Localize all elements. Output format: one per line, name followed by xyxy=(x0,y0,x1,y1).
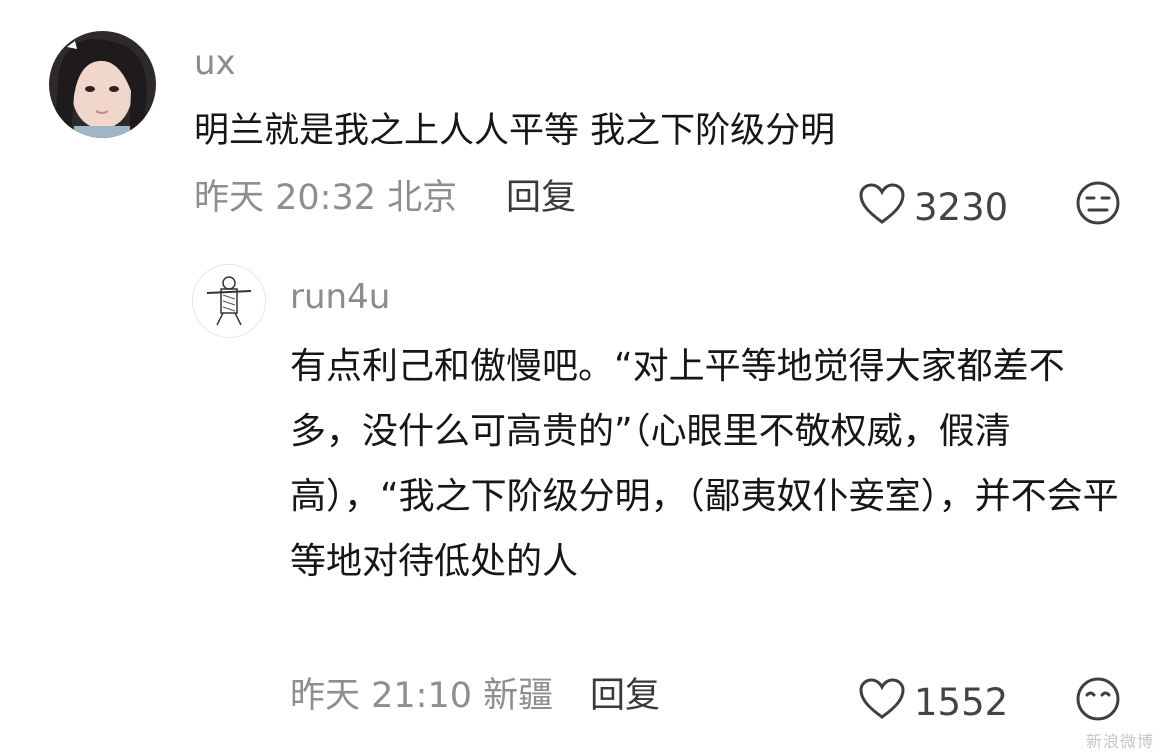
comment-like-button[interactable]: 3230 xyxy=(858,182,1008,232)
heart-icon xyxy=(858,677,906,727)
avatar-ux[interactable] xyxy=(49,31,156,138)
face-icon[interactable] xyxy=(1075,676,1121,722)
reply-username[interactable]: run4u xyxy=(290,280,390,314)
reply-like-count: 1552 xyxy=(914,680,1009,724)
reply-like-button[interactable]: 1552 xyxy=(858,677,1008,727)
comment-meta: 昨天 20:32 北京 xyxy=(194,178,458,218)
comment-like-count: 3230 xyxy=(914,185,1009,229)
reply-text: 有点利己和傲慢吧。“对上平等地觉得大家都差不多，没什么可高贵的”（心眼里不敬权威… xyxy=(290,346,1119,582)
comment-reply-button[interactable]: 回复 xyxy=(506,181,576,216)
heart-icon xyxy=(858,182,906,232)
avatar-run4u[interactable] xyxy=(192,264,266,338)
reply-meta: 昨天 21:10 新疆 xyxy=(290,676,554,716)
reply-reply-button[interactable]: 回复 xyxy=(590,679,660,714)
comment-username[interactable]: ux xyxy=(194,46,236,80)
watermark: 新浪微博 xyxy=(1086,732,1155,751)
neutral-face-icon[interactable] xyxy=(1075,180,1121,226)
comment-text: 明兰就是我之上人人平等 我之下阶级分明 xyxy=(194,111,836,151)
